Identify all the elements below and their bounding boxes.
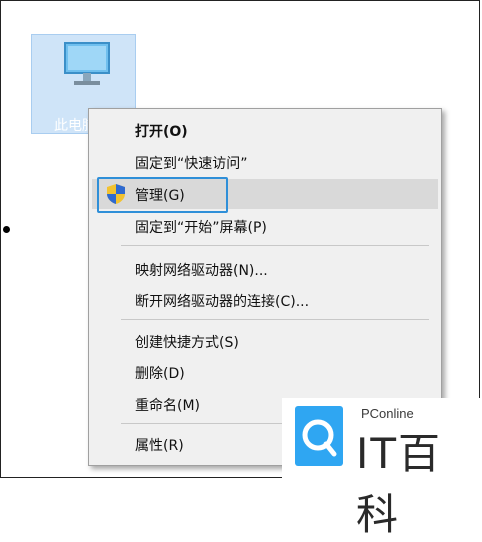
menu-item-map-network-drive[interactable]: 映射网络驱动器(N)... bbox=[89, 254, 441, 284]
menu-item-label: 创建快捷方式(S) bbox=[135, 335, 239, 351]
menu-item-open[interactable]: 打开(O) bbox=[89, 115, 441, 145]
shield-icon bbox=[107, 184, 125, 204]
watermark: PConline IT百科 bbox=[282, 398, 480, 539]
menu-separator bbox=[121, 245, 429, 246]
menu-item-disconnect-network-drive[interactable]: 断开网络驱动器的连接(C)... bbox=[89, 285, 441, 315]
menu-separator bbox=[121, 319, 429, 320]
menu-item-label: 断开网络驱动器的连接(C)... bbox=[135, 294, 310, 310]
menu-item-label: 重命名(M) bbox=[135, 398, 201, 414]
menu-item-label: 打开(O) bbox=[135, 124, 188, 140]
bullet-dot bbox=[3, 226, 10, 233]
watermark-small-text: PConline bbox=[361, 406, 414, 421]
menu-item-label: 固定到“快速访问” bbox=[135, 156, 248, 172]
menu-item-label: 删除(D) bbox=[135, 366, 185, 382]
pconline-logo-icon bbox=[295, 406, 343, 466]
menu-item-label: 映射网络驱动器(N)... bbox=[135, 263, 268, 279]
menu-item-label: 固定到“开始”屏幕(P) bbox=[135, 220, 267, 236]
menu-item-delete[interactable]: 删除(D) bbox=[89, 357, 441, 387]
menu-item-create-shortcut[interactable]: 创建快捷方式(S) bbox=[89, 326, 441, 356]
menu-item-pin-quick-access[interactable]: 固定到“快速访问” bbox=[89, 147, 441, 177]
monitor-icon bbox=[64, 42, 110, 85]
menu-item-pin-start[interactable]: 固定到“开始”屏幕(P) bbox=[89, 211, 441, 241]
watermark-big-text: IT百科 bbox=[356, 429, 443, 539]
menu-item-label: 属性(R) bbox=[135, 438, 184, 454]
